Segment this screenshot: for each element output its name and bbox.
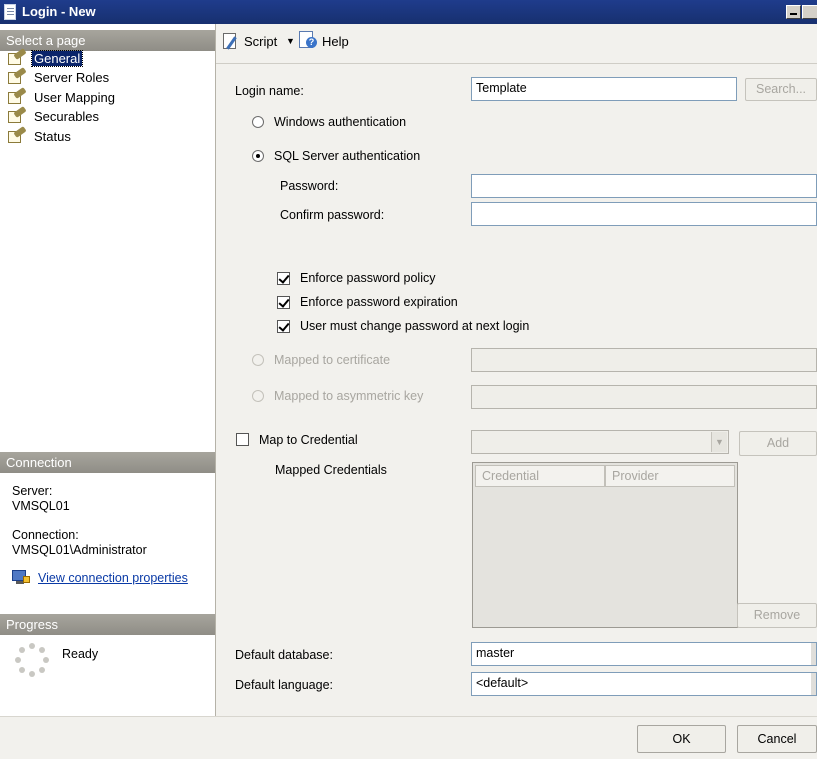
sql-auth-radio[interactable]	[252, 150, 264, 162]
certificate-select[interactable]	[471, 348, 817, 372]
windows-auth-radio[interactable]	[252, 116, 264, 128]
credential-select[interactable]: ▼	[471, 430, 729, 454]
search-button[interactable]: Search...	[745, 78, 817, 101]
map-credential-checkbox[interactable]	[236, 433, 249, 446]
maximize-button[interactable]	[802, 5, 817, 19]
select-page-header: Select a page	[0, 30, 215, 51]
enforce-policy-checkbox[interactable]	[277, 272, 290, 285]
default-database-label: Default database:	[235, 648, 333, 662]
sidebar-item-general[interactable]: General	[8, 48, 208, 68]
chevron-down-icon[interactable]	[811, 643, 816, 665]
mapped-certificate-label: Mapped to certificate	[274, 353, 391, 367]
script-icon[interactable]	[221, 32, 241, 50]
sidebar-item-label: General	[30, 50, 84, 67]
default-language-label: Default language:	[235, 678, 333, 692]
default-database-select[interactable]: master	[471, 642, 817, 666]
chevron-down-icon[interactable]: ▼	[286, 36, 295, 46]
login-name-input[interactable]: Template	[471, 77, 737, 101]
sidebar-item-label: Securables	[34, 109, 100, 124]
sidebar-item-label: Status	[34, 129, 71, 144]
asymmetric-key-select[interactable]	[471, 385, 817, 409]
minimize-button[interactable]	[786, 5, 801, 19]
sidebar-item-securables[interactable]: Securables	[8, 106, 208, 126]
sidebar-item-user-mapping[interactable]: User Mapping	[8, 87, 208, 107]
login-name-label: Login name:	[235, 84, 304, 98]
page-settings-icon	[8, 87, 27, 104]
server-label: Server:	[12, 484, 53, 498]
page-settings-icon	[8, 67, 27, 84]
confirm-password-label: Confirm password:	[280, 208, 385, 222]
connection-label: Connection:	[12, 528, 79, 542]
grid-column-provider[interactable]: Provider	[605, 465, 735, 487]
help-button[interactable]: Help	[322, 34, 349, 49]
chevron-down-icon[interactable]: ▼	[711, 432, 727, 452]
confirm-password-input[interactable]	[471, 202, 817, 226]
must-change-password-checkbox[interactable]	[277, 320, 290, 333]
mapped-credentials-grid[interactable]: Credential Provider	[472, 462, 738, 628]
connection-header: Connection	[0, 452, 215, 473]
window-document-icon	[4, 4, 16, 20]
page-settings-icon	[8, 106, 27, 123]
connection-properties-icon	[12, 570, 30, 586]
chevron-down-icon[interactable]	[811, 673, 816, 695]
windows-auth-label: Windows authentication	[274, 115, 407, 129]
default-language-value: <default>	[476, 676, 529, 690]
window-title: Login - New	[22, 4, 96, 19]
progress-spinner-icon	[15, 643, 49, 677]
enforce-policy-label: Enforce password policy	[300, 271, 436, 285]
page-settings-icon	[8, 48, 27, 65]
script-button[interactable]: Script	[244, 34, 277, 49]
must-change-password-label: User must change password at next login	[300, 319, 530, 333]
password-label: Password:	[280, 179, 339, 193]
mapped-certificate-radio[interactable]	[252, 354, 264, 366]
add-credential-button[interactable]: Add	[739, 431, 817, 456]
mapped-asymmetric-key-radio[interactable]	[252, 390, 264, 402]
default-language-select[interactable]: <default>	[471, 672, 817, 696]
connection-value: VMSQL01\Administrator	[12, 543, 147, 557]
default-database-value: master	[476, 646, 515, 660]
ok-button[interactable]: OK	[637, 725, 726, 753]
map-credential-label: Map to Credential	[259, 433, 358, 447]
help-icon[interactable]: ?	[299, 31, 317, 50]
sidebar-item-server-roles[interactable]: Server Roles	[8, 67, 208, 87]
sidebar-item-label: Server Roles	[34, 70, 110, 85]
server-value: VMSQL01	[12, 499, 70, 513]
remove-credential-button[interactable]: Remove	[737, 603, 817, 628]
mapped-credentials-label: Mapped Credentials	[275, 463, 387, 477]
title-bar[interactable]: Login - New	[0, 0, 817, 24]
progress-status: Ready	[62, 647, 99, 661]
page-settings-icon	[8, 126, 27, 143]
sidebar-item-label: User Mapping	[34, 90, 115, 105]
progress-header: Progress	[0, 614, 215, 635]
cancel-button[interactable]: Cancel	[737, 725, 817, 753]
sidebar-item-status[interactable]: Status	[8, 126, 208, 146]
view-connection-properties-link[interactable]: View connection properties	[38, 571, 188, 585]
enforce-expiration-label: Enforce password expiration	[300, 295, 458, 309]
mapped-asymmetric-key-label: Mapped to asymmetric key	[274, 389, 424, 403]
sql-auth-label: SQL Server authentication	[274, 149, 421, 163]
grid-column-credential[interactable]: Credential	[475, 465, 605, 487]
password-input[interactable]	[471, 174, 817, 198]
enforce-expiration-checkbox[interactable]	[277, 296, 290, 309]
